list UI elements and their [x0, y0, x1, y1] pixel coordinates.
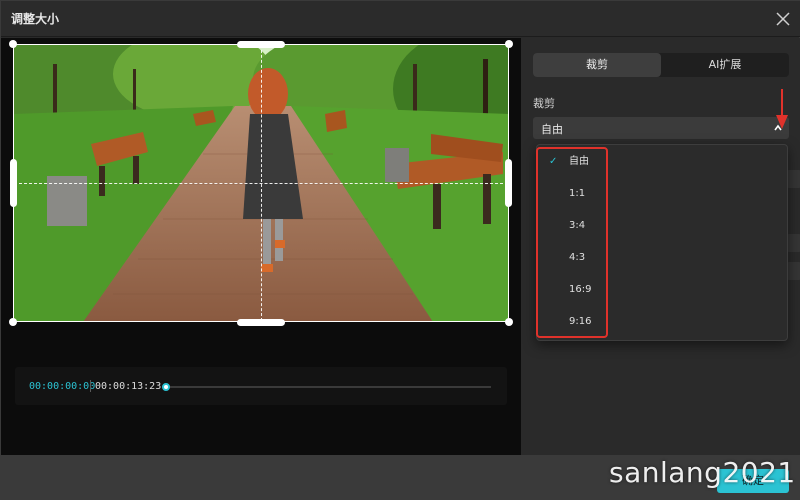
- title-bar: 调整大小: [1, 1, 800, 37]
- ratio-option-free[interactable]: ✓ 自由: [539, 149, 609, 175]
- total-time: 00:00:13:23: [95, 381, 162, 392]
- hidden-control-3: [787, 262, 800, 280]
- tab-ai-expand[interactable]: AI扩展: [661, 53, 789, 77]
- tab-bar: 裁剪 AI扩展: [533, 53, 789, 77]
- confirm-button[interactable]: 确定: [717, 469, 789, 493]
- ratio-select[interactable]: 自由: [533, 117, 789, 139]
- video-frame: [13, 44, 509, 322]
- crop-handle-top-left[interactable]: [9, 40, 17, 48]
- ratio-option-4-3[interactable]: 4:3: [539, 245, 609, 271]
- crop-handle-bottom-left[interactable]: [9, 318, 17, 326]
- hidden-control-1: [787, 170, 800, 188]
- crop-handle-bottom[interactable]: [237, 319, 285, 326]
- dialog-title: 调整大小: [11, 12, 60, 26]
- progress-knob[interactable]: [162, 383, 170, 391]
- hidden-control-2: [787, 234, 800, 252]
- playback-bar: 00:00:00:00 00:00:13:23: [15, 367, 507, 405]
- check-icon: ✓: [549, 156, 558, 167]
- crop-handle-top-right[interactable]: [505, 40, 513, 48]
- ratio-option-16-9[interactable]: 16:9: [539, 277, 609, 303]
- ratio-option-9-16[interactable]: 9:16: [539, 309, 609, 335]
- ratio-option-1-1[interactable]: 1:1: [539, 181, 609, 207]
- progress-track[interactable]: [165, 386, 491, 388]
- crop-section-label: 裁剪: [533, 97, 555, 110]
- ratio-select-value: 自由: [541, 123, 563, 136]
- crop-handle-bottom-right[interactable]: [505, 318, 513, 326]
- chevron-up-icon: [774, 124, 782, 131]
- ratio-option-3-4[interactable]: 3:4: [539, 213, 609, 239]
- close-icon: [776, 12, 790, 26]
- current-time: 00:00:00:00: [29, 381, 96, 392]
- resize-dialog: 调整大小 00:00:00:00 00:00:13:23 裁剪 AI扩展 裁剪 …: [0, 0, 800, 500]
- crop-handle-top[interactable]: [237, 41, 285, 48]
- ratio-dropdown: ✓ 自由 1:1 3:4 4:3 16:9 9:16: [536, 144, 788, 341]
- dialog-footer: [1, 455, 800, 500]
- video-image: [13, 44, 509, 322]
- time-separator: [90, 380, 91, 392]
- close-button[interactable]: [773, 9, 793, 29]
- tab-crop[interactable]: 裁剪: [533, 53, 661, 77]
- crop-handle-right[interactable]: [505, 159, 512, 207]
- crop-handle-left[interactable]: [10, 159, 17, 207]
